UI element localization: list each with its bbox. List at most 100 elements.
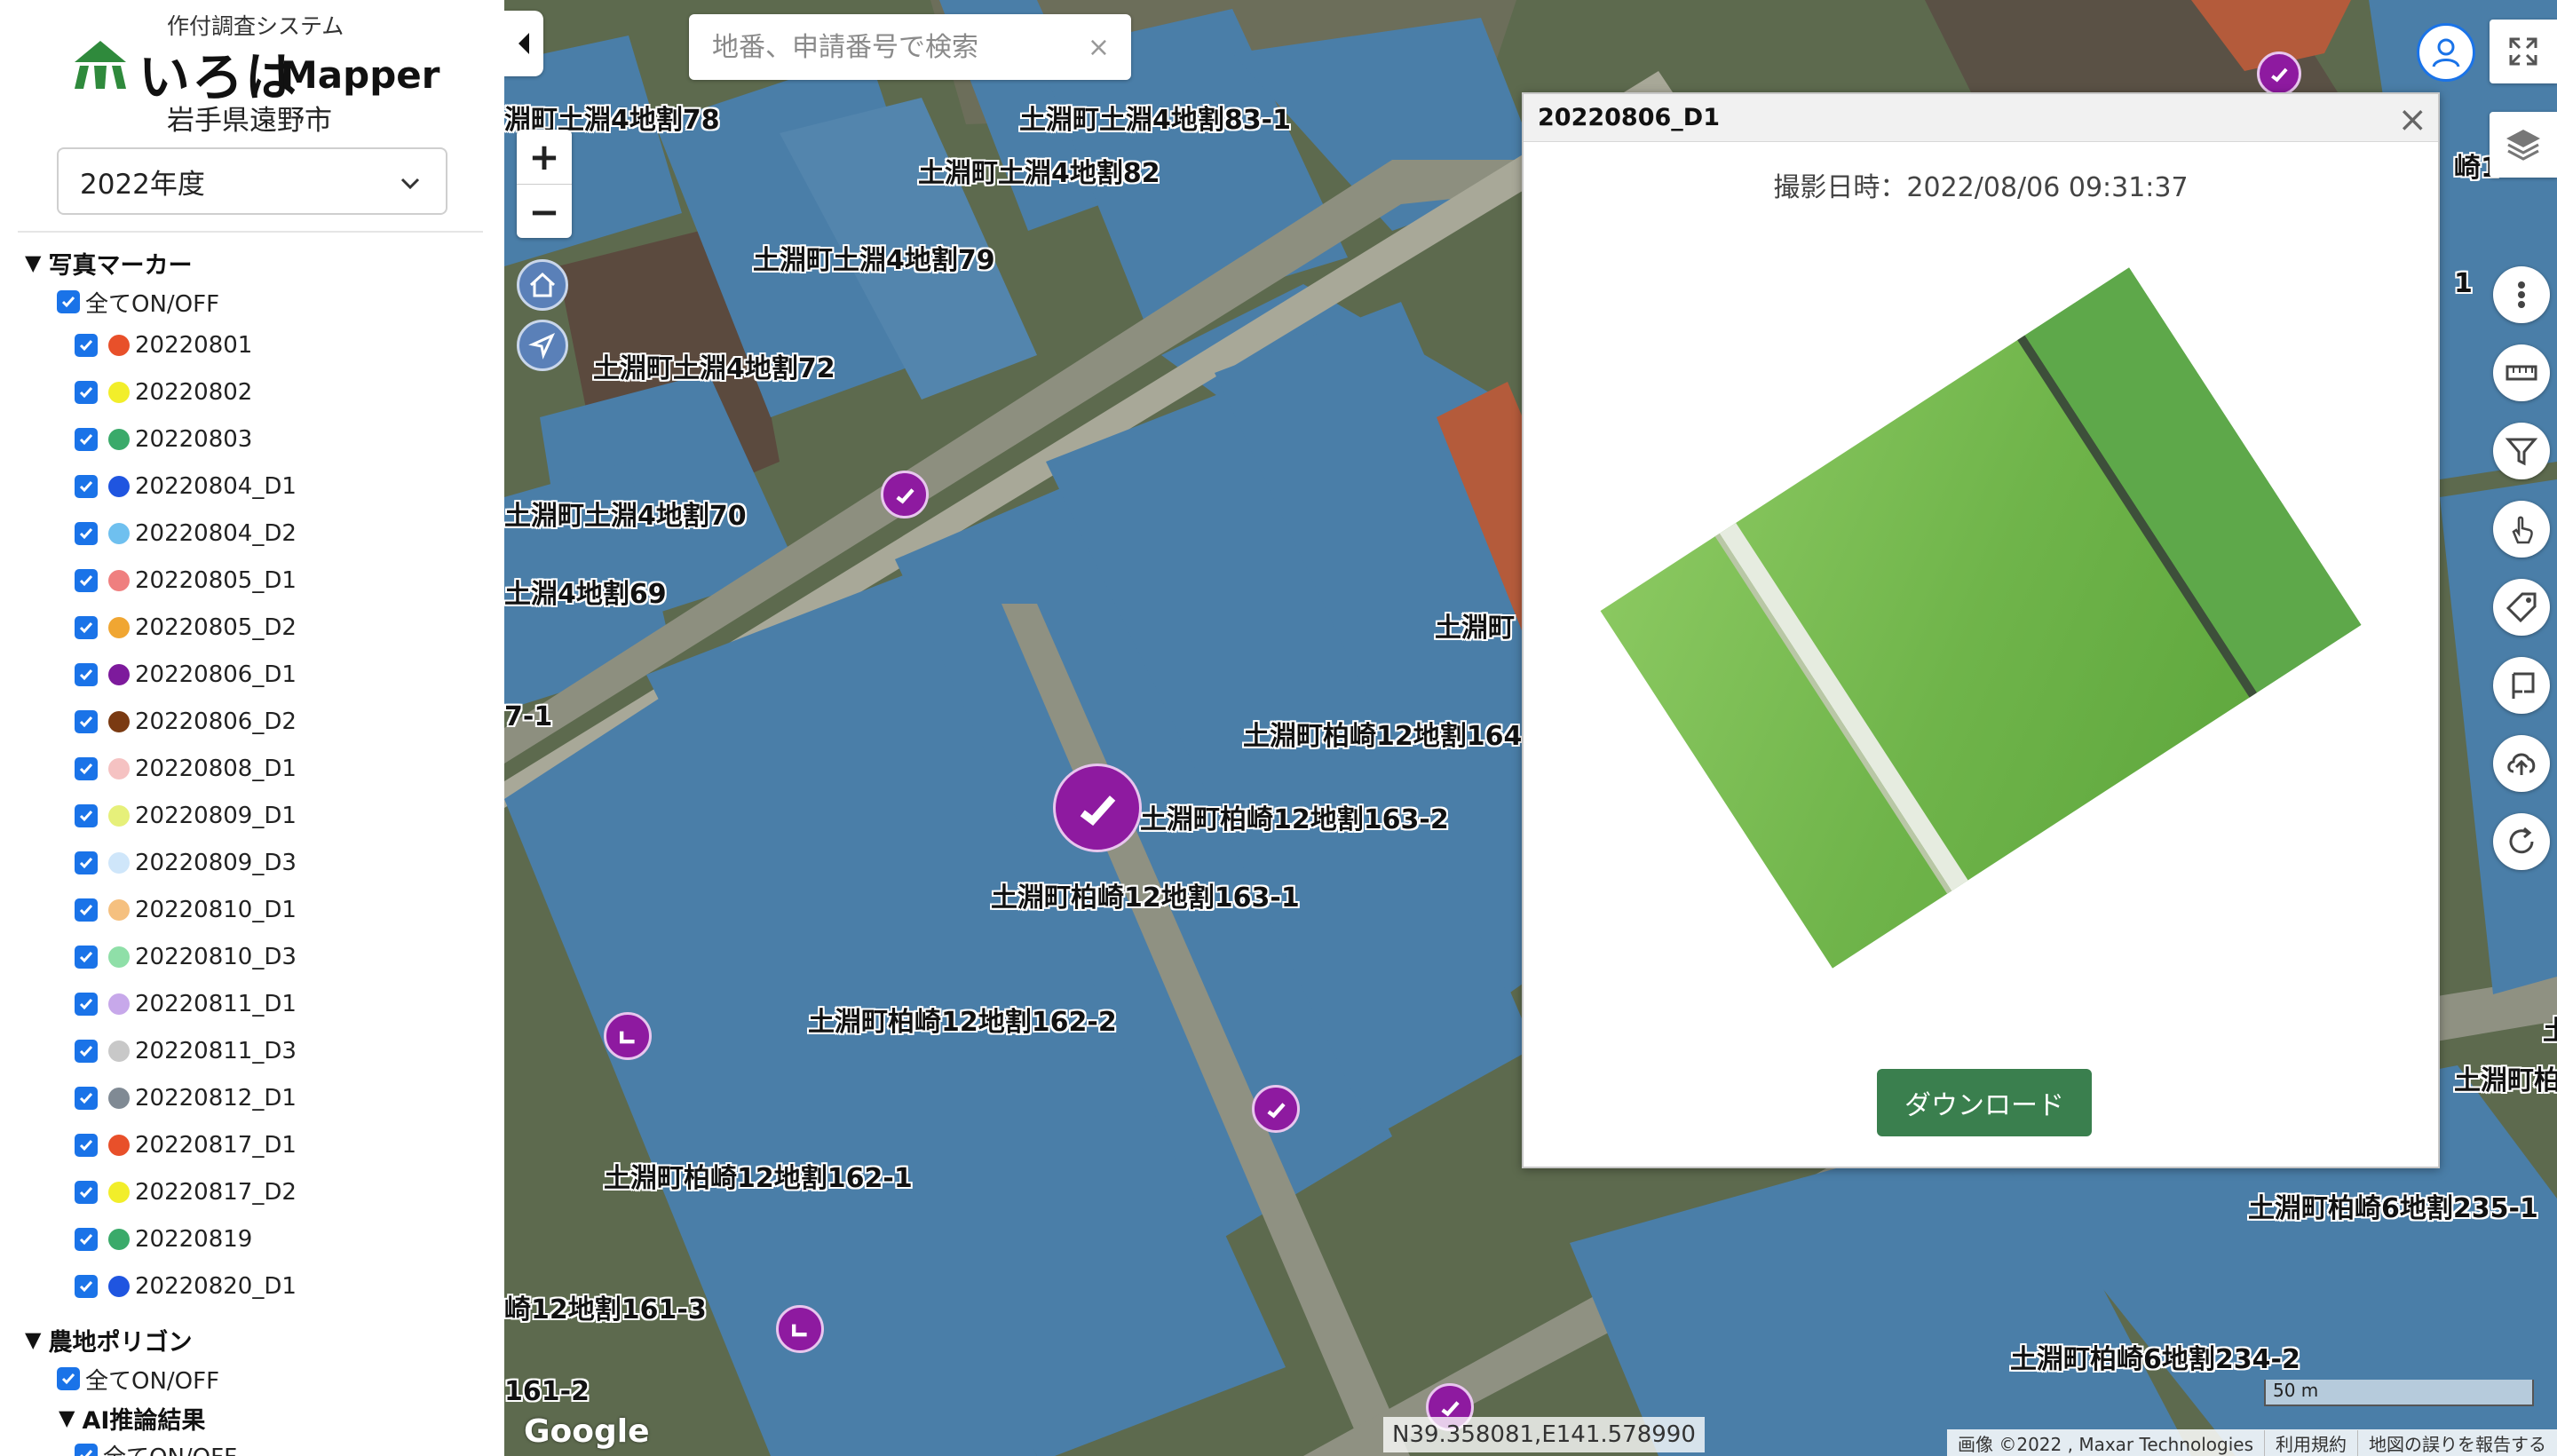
tag-button[interactable] <box>2493 579 2550 636</box>
cursor-coordinates: N39.358081,E141.578990 <box>1383 1417 1705 1452</box>
photo-marker-item[interactable]: 20220820_D1 <box>0 1262 504 1310</box>
photo-marker-item[interactable]: 20220811_D3 <box>0 1027 504 1074</box>
photo-marker-item[interactable]: 20220819 <box>0 1215 504 1262</box>
clear-icon[interactable]: × <box>1088 32 1110 63</box>
photo-marker-item[interactable]: 20220804_D1 <box>0 463 504 510</box>
year-select-value: 2022年度 <box>80 168 205 201</box>
photo-marker-item[interactable]: 20220805_D2 <box>0 604 504 651</box>
map[interactable]: 淵町土淵4地割78 土淵町土淵4地割83-1 土淵町土淵4地割82 土淵町土淵4… <box>504 0 2557 1456</box>
search-box[interactable]: × <box>689 14 1131 80</box>
checkbox-checked-icon[interactable] <box>75 427 98 451</box>
checkbox-checked-icon[interactable] <box>75 474 98 498</box>
zoom-in-button[interactable]: + <box>517 130 572 184</box>
photo-marker[interactable] <box>604 1012 652 1060</box>
checkbox-checked-icon[interactable] <box>75 521 98 545</box>
checkbox-checked-icon[interactable] <box>57 290 80 313</box>
photo-marker-item[interactable]: 20220808_D1 <box>0 745 504 792</box>
checkbox-checked-icon[interactable] <box>75 803 98 827</box>
farmland-polygons-toggle[interactable]: ▼ 農地ポリゴン <box>0 1320 504 1359</box>
parcel-label: 崎12地割161-3 <box>504 1294 707 1325</box>
checkbox-checked-icon[interactable] <box>75 709 98 733</box>
checkbox-checked-icon[interactable] <box>75 1039 98 1063</box>
terms-link[interactable]: 利用規約 <box>2264 1429 2357 1456</box>
color-dot-icon <box>108 804 130 827</box>
sidebar-collapse-button[interactable] <box>504 11 543 76</box>
checkbox-checked-icon[interactable] <box>75 1133 98 1157</box>
checkbox-checked-icon[interactable] <box>75 992 98 1016</box>
checkbox-checked-icon[interactable] <box>75 945 98 969</box>
photo-markers-toggle[interactable]: ▼ 写真マーカー <box>0 243 504 282</box>
photo-marker-item[interactable]: 20220806_D2 <box>0 698 504 745</box>
farmland-polygons-title: 農地ポリゴン <box>48 1328 193 1357</box>
photo-marker-item[interactable]: 20220810_D1 <box>0 886 504 933</box>
checkbox-checked-icon[interactable] <box>75 380 98 404</box>
photo-marker-item-label: 20220817_D1 <box>135 1131 297 1159</box>
triangle-down-icon: ▼ <box>59 1405 75 1430</box>
search-input[interactable] <box>712 31 1067 63</box>
photo-marker-selected[interactable] <box>1053 764 1142 852</box>
parcel-label: 土 <box>2543 1016 2557 1047</box>
checkbox-checked-icon[interactable] <box>75 333 98 357</box>
ai-results-toggle[interactable]: ▼ AI推論結果 <box>0 1398 504 1437</box>
report-error-link[interactable]: 地図の誤りを報告する <box>2357 1429 2557 1456</box>
checkbox-checked-icon[interactable] <box>75 615 98 639</box>
home-button[interactable] <box>517 259 568 311</box>
photo-markers-all-toggle[interactable]: 全てON/OFF <box>0 282 504 321</box>
photo-marker-item[interactable]: 20220812_D1 <box>0 1074 504 1121</box>
checkbox-checked-icon[interactable] <box>75 568 98 592</box>
photo-marker-item[interactable]: 20220802 <box>0 368 504 415</box>
photo-marker-item[interactable]: 20220809_D3 <box>0 839 504 886</box>
select-button[interactable] <box>2493 501 2550 558</box>
photo-marker-item[interactable]: 20220801 <box>0 321 504 368</box>
photo-marker-item[interactable]: 20220817_D2 <box>0 1168 504 1215</box>
checkbox-checked-icon[interactable] <box>57 1367 80 1390</box>
checkbox-checked-icon[interactable] <box>75 756 98 780</box>
photo-marker[interactable] <box>881 471 929 518</box>
checkbox-checked-icon[interactable] <box>75 1274 98 1298</box>
checkbox-checked-icon[interactable] <box>75 898 98 922</box>
check-icon <box>2270 67 2288 83</box>
checkbox-checked-icon[interactable] <box>75 1180 98 1204</box>
checkbox-checked-icon[interactable] <box>75 851 98 874</box>
measure-button[interactable] <box>2493 344 2550 401</box>
photo-marker[interactable] <box>1252 1085 1300 1133</box>
photo-marker-item[interactable]: 20220810_D3 <box>0 933 504 980</box>
refresh-button[interactable] <box>2493 813 2550 870</box>
farmland-all-toggle[interactable]: 全てON/OFF <box>0 1359 504 1398</box>
user-account-button[interactable] <box>2417 23 2475 82</box>
photo-marker[interactable] <box>2257 51 2301 96</box>
upload-button[interactable] <box>2493 735 2550 792</box>
checkbox-checked-icon[interactable] <box>75 1086 98 1110</box>
photo-marker-item[interactable]: 20220811_D1 <box>0 980 504 1027</box>
close-icon[interactable]: × <box>2397 99 2427 140</box>
photo-marker-item[interactable]: 20220809_D1 <box>0 792 504 839</box>
year-select[interactable]: 2022年度 <box>57 147 447 215</box>
zoom-out-button[interactable]: − <box>517 184 572 238</box>
export-button[interactable] <box>2493 657 2550 714</box>
filter-button[interactable] <box>2493 423 2550 479</box>
check-icon <box>619 1031 635 1043</box>
more-vertical-icon <box>2518 281 2525 308</box>
ai-results-all-toggle[interactable]: 全てON/OFF <box>0 1437 504 1456</box>
photo-marker-item[interactable]: 20220803 <box>0 415 504 463</box>
photo-marker[interactable] <box>776 1305 824 1353</box>
photo-marker-item[interactable]: 20220806_D1 <box>0 651 504 698</box>
photo-marker-item-label: 20220803 <box>135 425 253 453</box>
parcel-label: 土淵町柏崎6地割234-2 <box>2010 1344 2300 1375</box>
checkbox-checked-icon[interactable] <box>75 1444 98 1456</box>
photo-marker-item-label: 20220809_D3 <box>135 849 297 876</box>
photo-marker-item[interactable]: 20220804_D2 <box>0 510 504 557</box>
checkbox-checked-icon[interactable] <box>75 662 98 686</box>
photo-marker-item[interactable]: 20220805_D1 <box>0 557 504 604</box>
checkbox-checked-icon[interactable] <box>75 1227 98 1251</box>
more-button[interactable] <box>2493 266 2550 323</box>
next-photo-icon[interactable] <box>2371 653 2410 724</box>
photo-marker-item-label: 20220811_D3 <box>135 1037 297 1064</box>
photo-marker-item[interactable]: 20220817_D1 <box>0 1121 504 1168</box>
navigation-arrow-icon <box>528 332 556 360</box>
download-button[interactable]: ダウンロード <box>1877 1069 2092 1136</box>
previous-photo-icon[interactable] <box>1556 653 1595 724</box>
color-dot-icon <box>108 757 130 779</box>
locate-button[interactable] <box>517 320 568 371</box>
color-dot-icon <box>108 1087 130 1109</box>
